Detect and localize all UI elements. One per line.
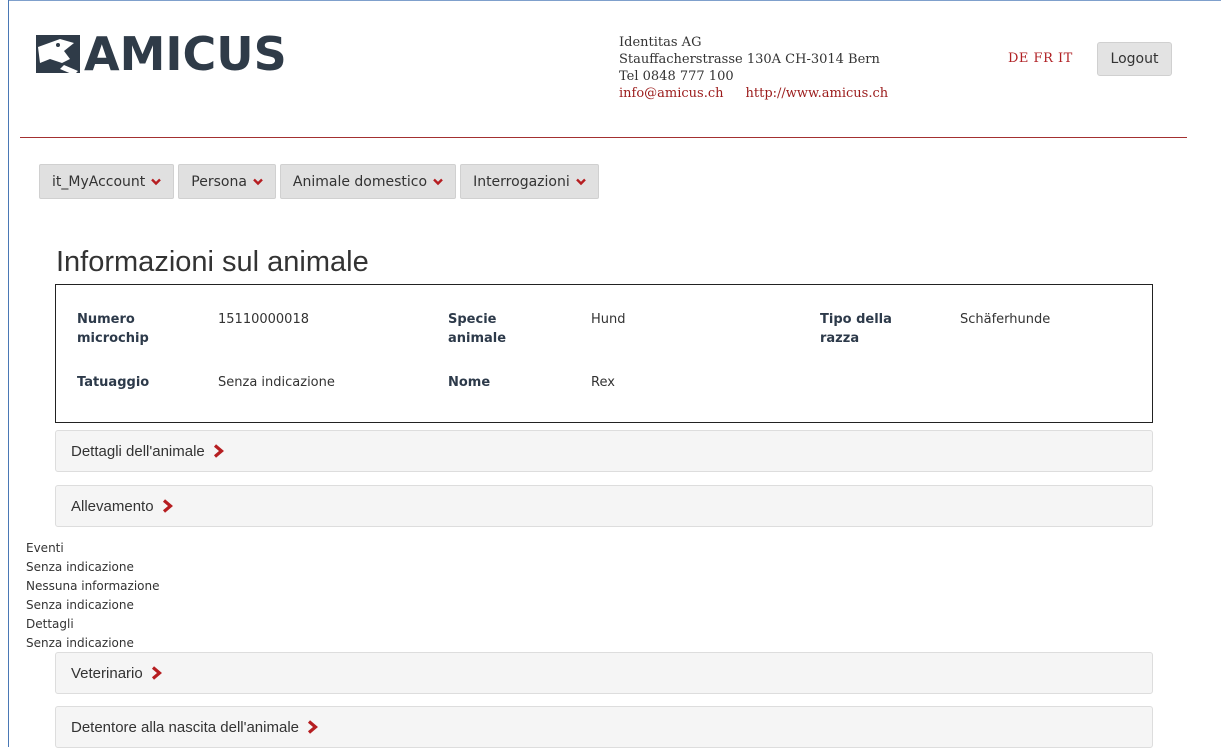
species-value: Hund (591, 312, 626, 327)
window-frame-left (8, 0, 9, 747)
nav-item-animale-domestico[interactable]: Animale domestico (279, 164, 457, 199)
breed-label: Tipo della razza (820, 310, 892, 348)
microchip-label-line-2: microchip (77, 331, 149, 346)
panel-title: Detentore alla nascita dell'animale (71, 718, 299, 736)
company-phone: Tel 0848 777 100 (619, 69, 734, 84)
chevron-right-icon (162, 499, 173, 513)
amicus-logo[interactable]: AMICUS (34, 26, 287, 82)
nav-item-label: Interrogazioni (473, 173, 570, 190)
microchip-label-line-1: Numero (77, 312, 135, 327)
species-label-line-2: animale (448, 331, 507, 346)
events-line: Senza indicazione (26, 636, 134, 650)
language-switcher[interactable]: DE FR IT (1008, 51, 1073, 66)
nav-item-persona[interactable]: Persona (178, 164, 276, 199)
chevron-down-icon (575, 178, 586, 185)
panel-veterinario[interactable]: Veterinario (55, 652, 1153, 694)
events-list: Eventi Senza indicazione Nessuna informa… (26, 539, 159, 653)
company-name: Identitas AG (619, 35, 702, 50)
email-link[interactable]: info@amicus.ch (619, 86, 724, 101)
microchip-value: 15110000018 (218, 312, 309, 327)
nav-item-myaccount[interactable]: it_MyAccount (39, 164, 175, 199)
breed-value: Schäferhunde (960, 312, 1051, 327)
website-link[interactable]: http://www.amicus.ch (746, 86, 889, 101)
panel-dettagli-animale[interactable]: Dettagli dell'animale (55, 430, 1153, 472)
chevron-right-icon (213, 444, 224, 458)
events-line: Dettagli (26, 617, 74, 631)
panel-title: Allevamento (71, 497, 154, 515)
header-divider (20, 137, 1187, 138)
contact-links: info@amicus.ch http://www.amicus.ch (619, 85, 888, 102)
nav-item-label: Persona (191, 173, 247, 190)
nav-item-label: it_MyAccount (52, 173, 146, 190)
logout-button[interactable]: Logout (1097, 42, 1172, 76)
events-line: Eventi (26, 541, 64, 555)
species-label: Specie animale (448, 310, 506, 348)
panel-allevamento[interactable]: Allevamento (55, 485, 1153, 527)
panel-title: Dettagli dell'animale (71, 442, 205, 460)
breed-label-line-1: Tipo della (820, 312, 892, 327)
panel-title: Veterinario (71, 664, 143, 682)
panel-detentore-nascita[interactable]: Detentore alla nascita dell'animale (55, 706, 1153, 748)
nav-item-interrogazioni[interactable]: Interrogazioni (460, 164, 599, 199)
animal-info-box: Numero microchip 15110000018 Specie anim… (55, 284, 1153, 423)
company-address: Stauffacherstrasse 130A CH-3014 Bern (619, 52, 880, 67)
chevron-down-icon (253, 178, 263, 185)
chevron-down-icon (433, 178, 443, 185)
page-title: Informazioni sul animale (56, 246, 369, 278)
window-frame-top (8, 0, 1221, 1)
events-line: Nessuna informazione (26, 579, 160, 593)
microchip-label: Numero microchip (77, 310, 149, 348)
brand-name: AMICUS (84, 27, 287, 81)
contact-info: Identitas AG Stauffacherstrasse 130A CH-… (619, 34, 888, 102)
species-label-line-1: Specie (448, 312, 497, 327)
name-value: Rex (591, 375, 615, 390)
tattoo-value: Senza indicazione (218, 375, 335, 390)
tattoo-label: Tatuaggio (77, 375, 150, 390)
chevron-down-icon (151, 178, 162, 185)
name-label: Nome (448, 375, 491, 390)
main-nav: it_MyAccount Persona Animale domestico I… (39, 164, 599, 199)
nav-item-label: Animale domestico (292, 173, 428, 190)
breed-label-line-2: razza (820, 331, 860, 346)
chevron-right-icon (151, 666, 162, 680)
dog-logo-icon (36, 35, 80, 75)
events-line: Senza indicazione (26, 560, 134, 574)
events-line: Senza indicazione (26, 598, 134, 612)
chevron-right-icon (307, 720, 318, 734)
